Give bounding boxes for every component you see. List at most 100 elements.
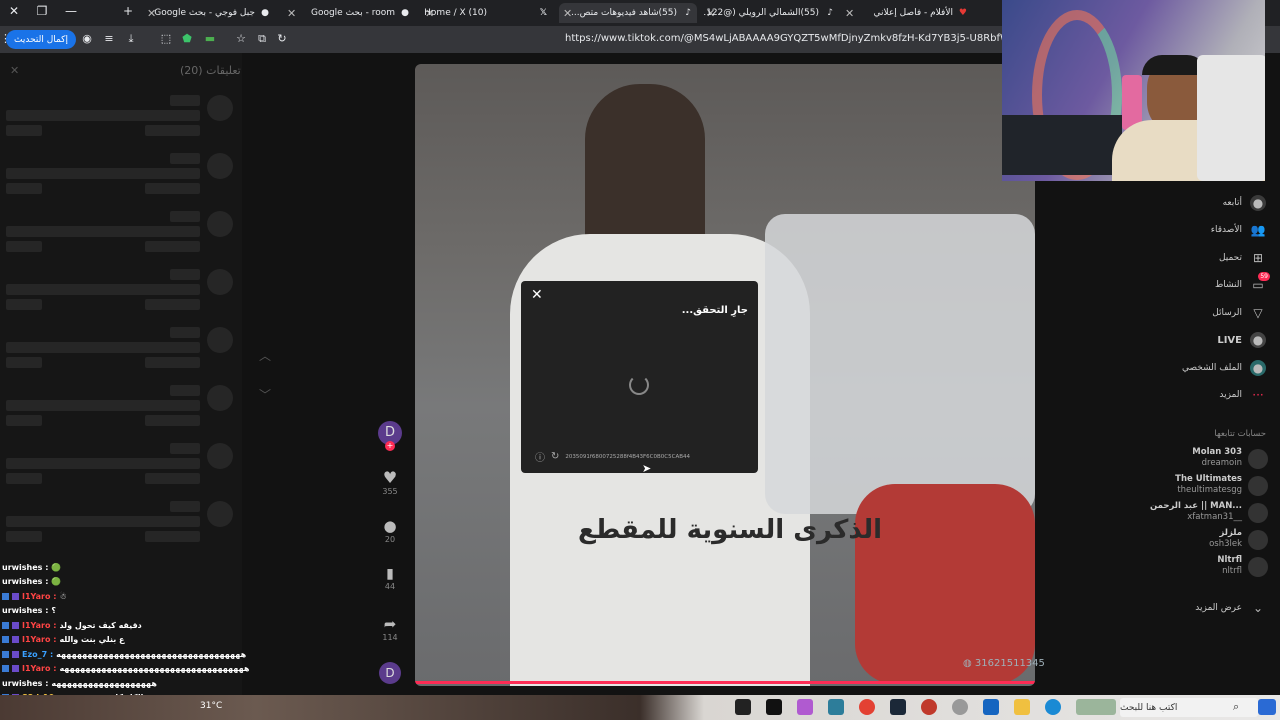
steam-icon[interactable] (890, 699, 906, 715)
chrome-icon[interactable] (859, 699, 875, 715)
skeleton-line (6, 125, 42, 136)
download-icon[interactable]: ⤓ (124, 32, 138, 46)
chat-badge-icon (2, 636, 9, 644)
nav-label: الرسائل (1212, 308, 1242, 318)
google-icon: ● (401, 8, 409, 18)
tab-google-room[interactable]: ✕ ● room - بحث Google (285, 3, 415, 23)
tiktok-icon: ♪ (827, 8, 833, 18)
tab-tiktok-profile[interactable]: ✕ ♪ (55)الشمالي الرويلي (@1122) (704, 3, 839, 23)
translate-icon[interactable]: ⧉ (255, 32, 269, 46)
nav-upload[interactable]: ⊞ تحميل (1219, 250, 1266, 266)
windows-taskbar: 31°C اكتب هنا للبحث ⌕ (0, 695, 1280, 720)
account-avatar[interactable] (1248, 476, 1268, 496)
account-handle: dreamoin (1201, 458, 1242, 468)
chat-message: I1Yaro : دقيقه كيف تحول ولد (2, 618, 302, 633)
skeleton-line (145, 299, 200, 310)
chat-text: 🟢 (51, 562, 62, 572)
search-placeholder: اكتب هنا للبحث (1120, 702, 1178, 713)
skeleton-avatar (207, 95, 233, 121)
red-object (855, 484, 1035, 684)
tab-title: (55)الشمالي الرويلي (@1122) (704, 8, 819, 18)
restore-window-icon[interactable]: ❐ (33, 4, 51, 18)
nav-activity[interactable]: ▭ 59 النشاط (1215, 272, 1270, 293)
info-icon[interactable]: ⓘ (535, 449, 545, 464)
account-name: ملزلز (1219, 528, 1243, 538)
chat-username: I1Yaro : (22, 620, 57, 630)
tab-movies[interactable]: ✕ ♥ الأفلام - فاصل إعلاني (843, 3, 973, 23)
profile-icon[interactable]: ◉ (80, 32, 94, 46)
next-video-icon[interactable]: ﹀ (256, 386, 274, 404)
follow-plus-icon[interactable]: + (385, 441, 395, 451)
close-comments-icon[interactable]: ✕ (10, 64, 19, 77)
settings-icon[interactable] (952, 699, 968, 715)
account-avatar[interactable] (1248, 530, 1268, 550)
taskbar-app-icon[interactable] (766, 699, 782, 715)
skeleton-line (6, 110, 200, 121)
previous-video-icon[interactable]: ︿ (256, 347, 274, 365)
account-avatar[interactable] (1248, 557, 1268, 577)
taskbar-app-icon[interactable] (797, 699, 813, 715)
close-icon[interactable]: ✕ (531, 287, 543, 303)
nav-following[interactable]: ● أتابعه (1223, 195, 1266, 211)
new-tab-icon[interactable]: + (119, 4, 137, 18)
account-avatar[interactable] (1248, 503, 1268, 523)
nav-more[interactable]: ··· المزيد (1219, 387, 1266, 403)
nav-friends[interactable]: 👥 الأصدقاء (1211, 222, 1266, 238)
chat-badge-icon (2, 650, 9, 658)
skeleton-line (145, 473, 200, 484)
news-widget-icon[interactable] (1076, 699, 1116, 715)
save-button[interactable]: ▮ 44 (378, 566, 402, 591)
following-account[interactable]: The Ultimates theultimatesgg (1175, 474, 1242, 496)
taskbar-app-icon[interactable] (921, 699, 937, 715)
taskbar-app-icon[interactable] (983, 699, 999, 715)
chat-text: ع بنلي بنت والله (59, 635, 125, 645)
tab-x-home[interactable]: ✕ 𝕏 (10) Home / X (423, 3, 553, 23)
close-window-icon[interactable]: ✕ (5, 4, 23, 18)
minimize-window-icon[interactable]: — (62, 4, 80, 18)
live-avatar-icon: ● (1250, 332, 1266, 348)
see-more-button[interactable]: ⌄ عرض المزيد (1195, 600, 1266, 616)
start-button[interactable] (1258, 699, 1276, 715)
chat-text: هههههههههههههههههههه (51, 678, 157, 688)
tab-google-fuji[interactable]: ✕ ● جبل فوجي - بحث Google (145, 3, 275, 23)
close-tab-icon[interactable]: ✕ (287, 7, 296, 20)
chat-username: urwishes : (2, 562, 49, 572)
finish-update-button[interactable]: إكمال التحديث (6, 30, 76, 49)
refresh-icon[interactable]: ↻ (551, 451, 559, 462)
skeleton-line (6, 299, 42, 310)
chat-badge-icon (12, 636, 19, 644)
extensions-icon[interactable]: ⬚ (159, 32, 173, 46)
like-button[interactable]: ♥ 355 (378, 468, 402, 496)
file-explorer-icon[interactable] (1014, 699, 1030, 715)
following-account[interactable]: ملزلز osh3lek (1209, 528, 1242, 550)
video-id: 31621511345 (974, 658, 1045, 669)
chat-badge-icon (12, 592, 19, 600)
following-account[interactable]: Molan 303 dreamoin (1192, 447, 1242, 469)
edge-icon[interactable] (1045, 699, 1061, 715)
taskbar-app-icon[interactable] (828, 699, 844, 715)
tab-tiktok-active[interactable]: ✕ ♪ (55)شاهد فيديوهات متص... (559, 3, 697, 23)
address-bar[interactable]: https://www.tiktok.com/@MS4wLjABAAAA9GYQ… (565, 33, 1005, 44)
music-disc[interactable]: D (378, 662, 402, 684)
taskbar-app-icon[interactable] (735, 699, 751, 715)
shield-extension-icon[interactable]: ⬟ (180, 32, 194, 46)
following-account[interactable]: Nltrfl nltrfl (1217, 555, 1242, 577)
nav-messages[interactable]: ▽ الرسائل (1212, 305, 1266, 321)
share-button[interactable]: ➦ 114 (378, 615, 402, 642)
chat-text: هههههههههههههههههههههههههههههههههههه (59, 664, 250, 674)
close-tab-icon[interactable]: ✕ (845, 7, 854, 20)
reload-icon[interactable]: ↻ (275, 32, 289, 46)
reading-list-icon[interactable]: ≡ (102, 32, 116, 46)
skeleton-line (170, 269, 200, 280)
bookmark-star-icon[interactable]: ☆ (234, 32, 248, 46)
nav-profile[interactable]: ● الملف الشخصي (1182, 360, 1266, 376)
comment-button[interactable]: ● 20 (378, 517, 402, 544)
nav-live[interactable]: ● LIVE (1217, 332, 1266, 348)
following-account[interactable]: عبد الرحمن || MAN... xfatman31__ (1150, 501, 1242, 523)
progress-bar[interactable] (415, 681, 1035, 684)
chat-text: 🟢 (51, 577, 62, 587)
battery-extension-icon[interactable]: ▬ (203, 32, 217, 46)
account-avatar[interactable] (1248, 449, 1268, 469)
creator-avatar[interactable]: D + (378, 421, 402, 451)
chat-text: ☃ (59, 591, 67, 601)
